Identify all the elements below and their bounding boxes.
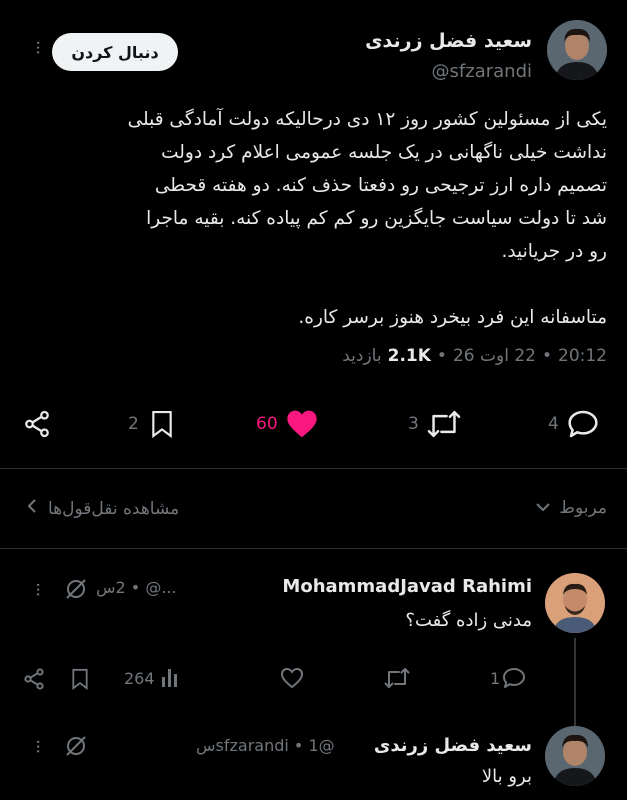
view-quotes-label: مشاهده نقل‌قول‌ها (48, 498, 180, 519)
tweet-body-line: متاسفانه این فرد بیخرد هنوز برسر کاره. (298, 307, 607, 328)
author-handle[interactable]: @sfzarandi (432, 61, 532, 82)
thread-line (574, 638, 576, 728)
tweet-body-line: تصمیم داره ارز ترجیحی رو دفعتا حذف کنه. … (154, 175, 607, 196)
author-display-name[interactable]: سعید فضل زرندی (365, 30, 532, 52)
share-icon (22, 409, 52, 439)
heart-icon (280, 667, 304, 689)
author-avatar[interactable] (547, 20, 607, 80)
share-icon (22, 667, 46, 691)
reply-button[interactable]: 4 (548, 409, 599, 439)
reply-avatar[interactable] (545, 726, 605, 786)
views-icon (161, 667, 181, 689)
chevron-left-icon (26, 498, 38, 519)
retweet-icon (384, 667, 410, 689)
tweet-body-line: یکی از مسئولین کشور روز ۱۲ دی درحالیکه د… (127, 109, 607, 130)
bookmark-icon (70, 667, 90, 691)
related-dropdown[interactable]: مربوط (535, 498, 607, 518)
more-icon[interactable]: ··· (27, 582, 48, 596)
views-label: بازدید (342, 346, 382, 366)
reply-bookmark-button[interactable] (70, 667, 90, 691)
reply-text: برو بالا (481, 766, 532, 787)
reply-like-button[interactable] (280, 667, 304, 689)
related-label: مربوط (559, 498, 607, 518)
like-count: 60 (256, 414, 278, 434)
like-button[interactable]: 60 (256, 409, 318, 439)
bookmark-icon (149, 409, 175, 439)
grok-icon[interactable] (64, 577, 88, 605)
retweet-button[interactable]: 3 (408, 409, 461, 439)
share-button[interactable] (22, 409, 52, 439)
reply-display-name[interactable]: MohammadJavad Rahimi (282, 576, 532, 597)
grok-icon[interactable] (64, 734, 88, 762)
reply-reply-button[interactable]: 1 (490, 667, 526, 689)
tweet-time[interactable]: 20:12 (558, 346, 607, 366)
reply-icon (567, 409, 599, 439)
reply-avatar[interactable] (545, 573, 605, 633)
more-icon[interactable]: ··· (27, 739, 48, 753)
reply-views-button[interactable]: 264 (124, 667, 181, 689)
heart-icon (286, 409, 318, 439)
tweet-body-line: رو در جریانید. (501, 241, 607, 262)
tweet-date[interactable]: 22 اوت 26 (453, 346, 536, 366)
reply-share-button[interactable] (22, 667, 46, 691)
reply-reply-count: 1 (490, 668, 501, 688)
view-quotes-link[interactable]: مشاهده نقل‌قول‌ها (26, 498, 179, 519)
follow-button[interactable]: دنبال کردن (52, 33, 178, 71)
divider (0, 548, 627, 549)
tweet-body-line: نداشت خیلی ناگهانی در یک جلسه عمومی اعلا… (161, 142, 607, 163)
chevron-down-icon (535, 498, 551, 518)
reply-icon (502, 667, 526, 689)
reply-display-name[interactable]: سعید فضل زرندی (374, 735, 532, 756)
divider (0, 468, 627, 469)
retweet-icon (427, 409, 461, 439)
more-icon[interactable]: ··· (27, 40, 48, 54)
reply-text: مدنی زاده گفت؟ (405, 610, 532, 631)
tweet-meta: 20:12 • 22 اوت 26 • 2.1K بازدید (342, 346, 607, 366)
bookmark-button[interactable]: 2 (128, 409, 175, 439)
reply-meta[interactable]: ...@ • 2س (96, 578, 177, 597)
views-count[interactable]: 2.1K (388, 346, 431, 366)
reply-view-count: 264 (124, 668, 155, 688)
reply-meta[interactable]: @sfzarandi • 1س (196, 736, 335, 755)
retweet-count: 3 (408, 414, 419, 434)
reply-count: 4 (548, 414, 559, 434)
reply-retweet-button[interactable] (384, 667, 410, 689)
tweet-body-line: شد تا دولت سیاست جایگزین رو کم کم پیاده … (146, 208, 607, 229)
tweet-body: یکی از مسئولین کشور روز ۱۲ دی درحالیکه د… (17, 103, 607, 334)
bookmark-count: 2 (128, 414, 139, 434)
